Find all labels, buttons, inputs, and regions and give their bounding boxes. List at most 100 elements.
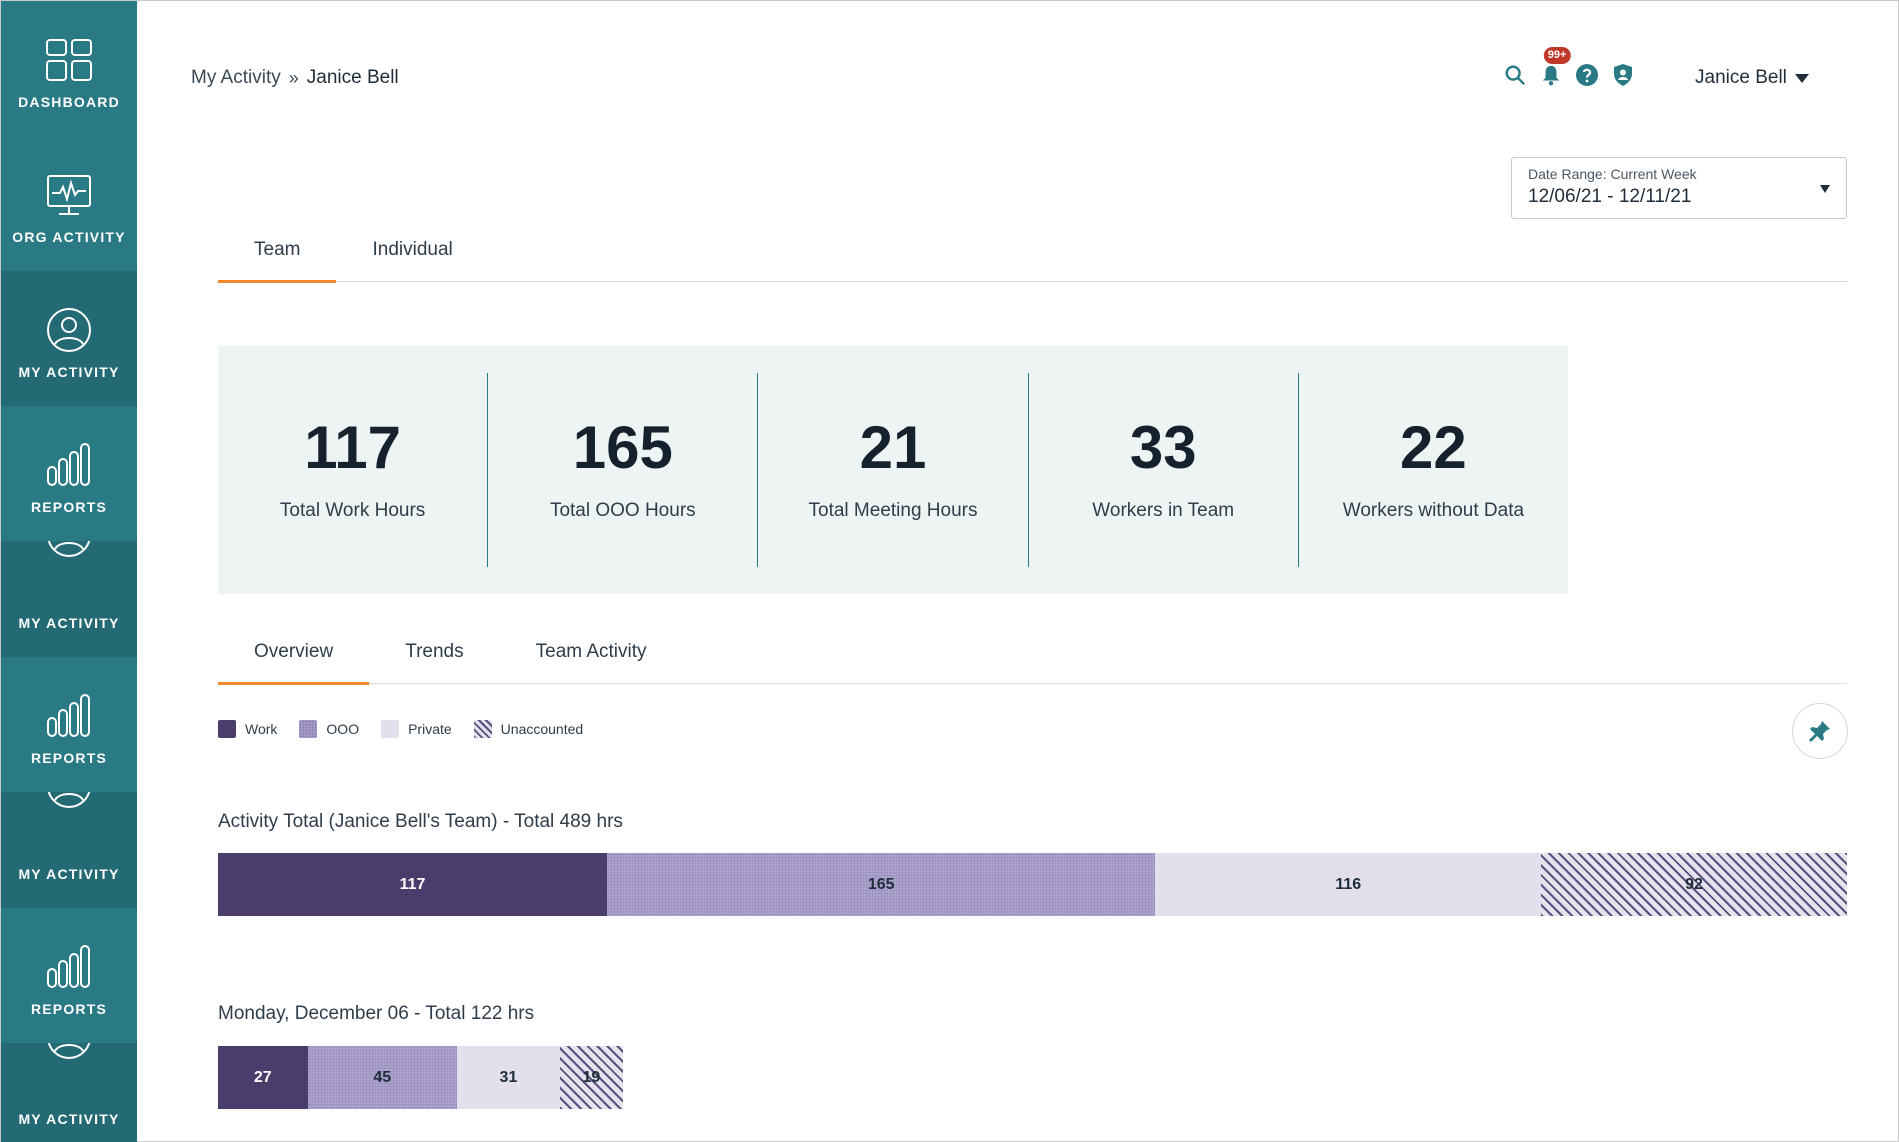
notifications-button[interactable]: 99+ — [1539, 45, 1573, 87]
day-bar: 27 45 31 19 — [218, 1046, 623, 1109]
sidebar-item-my-activity[interactable]: MY ACTIVITY — [1, 792, 137, 908]
sidebar-item-reports[interactable]: REPORTS — [1, 908, 137, 1043]
pin-icon — [1809, 721, 1830, 742]
bar-chart-icon — [47, 945, 90, 988]
view-tabs: Team Individual — [218, 219, 1847, 283]
sidebar-item-dashboard[interactable]: DASHBOARD — [1, 1, 137, 136]
shield-user-icon — [1614, 64, 1632, 86]
day-bar-title: Monday, December 06 - Total 122 hrs — [218, 1003, 535, 1024]
date-range-select[interactable]: Date Range: Current Week 12/06/21 - 12/1… — [1511, 157, 1847, 219]
stat-total-work-hours: 117 Total Work Hours — [218, 373, 489, 567]
segment-value: 31 — [499, 1068, 518, 1086]
date-range-value: 12/06/21 - 12/11/21 — [1528, 186, 1692, 207]
content-tabs: Overview Trends Team Activity — [218, 621, 1847, 685]
user-icon — [47, 1043, 91, 1059]
notification-badge: 99+ — [1541, 45, 1573, 66]
segment-value: 92 — [1685, 875, 1703, 893]
tab-individual[interactable]: Individual — [336, 219, 488, 281]
legend-swatch — [473, 720, 492, 738]
segment-value: 45 — [373, 1068, 392, 1086]
sidebar: DASHBOARD ORG ACTIVITY MY ACTIVITY REPOR… — [1, 1, 137, 1142]
legend-label: OOO — [326, 721, 360, 737]
legend-swatch — [381, 720, 400, 738]
segment-value: 165 — [867, 875, 895, 893]
search-button[interactable] — [1503, 63, 1527, 87]
monday-segment-private[interactable]: 31 — [457, 1046, 560, 1109]
chart-legend: Work OOO Private Unaccounted — [218, 720, 583, 738]
caret-down-icon — [1820, 185, 1830, 193]
legend-label: Private — [408, 721, 452, 737]
sidebar-item-my-activity[interactable]: MY ACTIVITY — [1, 1043, 137, 1142]
legend-item-ooo: OOO — [299, 720, 359, 738]
pin-button[interactable] — [1792, 703, 1848, 759]
monday-segment-work[interactable]: 27 — [218, 1046, 308, 1109]
activity-total-segment-private[interactable]: 116 — [1155, 853, 1542, 916]
legend-item-unaccounted: Unaccounted — [473, 720, 584, 738]
stat-total-ooo-hours: 165 Total OOO Hours — [488, 373, 759, 567]
sidebar-item-label: REPORTS — [30, 750, 108, 766]
stat-value: 22 — [1400, 414, 1467, 481]
user-icon — [47, 541, 91, 557]
stat-label: Total Work Hours — [279, 500, 426, 521]
stat-value: 33 — [1129, 414, 1197, 481]
stat-value: 165 — [572, 414, 673, 481]
monday-segment-unaccounted[interactable]: 19 — [559, 1046, 623, 1109]
breadcrumb-current: Janice Bell — [306, 67, 399, 88]
user-name: Janice Bell — [1695, 67, 1787, 88]
stat-value: 21 — [859, 414, 927, 481]
tab-overview[interactable]: Overview — [218, 621, 370, 685]
activity-total-bar: 117 165 116 92 — [218, 853, 1847, 916]
user-icon — [47, 792, 91, 808]
sidebar-item-label: REPORTS — [30, 499, 108, 515]
legend-item-private: Private — [381, 720, 452, 738]
help-icon — [1576, 64, 1598, 86]
sidebar-item-my-activity[interactable]: MY ACTIVITY — [1, 541, 137, 657]
stat-total-meeting-hours: 21 Total Meeting Hours — [758, 373, 1029, 567]
date-range-label: Date Range: Current Week — [1528, 166, 1697, 182]
sidebar-item-label: MY ACTIVITY — [18, 615, 120, 631]
monitor-pulse-icon — [47, 175, 91, 215]
activity-total-title: Activity Total (Janice Bell's Team) - To… — [218, 811, 623, 832]
segment-value: 116 — [1335, 875, 1362, 893]
stat-label: Workers in Team — [1092, 500, 1235, 521]
stat-label: Workers without Data — [1342, 500, 1525, 521]
sidebar-item-label: MY ACTIVITY — [18, 866, 120, 882]
tab-team[interactable]: Team — [218, 219, 337, 283]
search-icon — [1505, 65, 1526, 86]
sidebar-item-org-activity[interactable]: ORG ACTIVITY — [1, 136, 137, 271]
dashboard-icon — [46, 39, 92, 81]
legend-label: Work — [245, 721, 278, 737]
summary-stats: 117 Total Work Hours 165 Total OOO Hours… — [218, 346, 1568, 594]
user-icon — [47, 308, 91, 352]
sidebar-item-label: REPORTS — [30, 1001, 108, 1017]
monday-segment-ooo[interactable]: 45 — [307, 1046, 457, 1109]
caret-down-icon — [1794, 73, 1809, 83]
help-button[interactable] — [1575, 63, 1599, 87]
activity-total-segment-work[interactable]: 117 — [218, 853, 607, 916]
sidebar-item-label: MY ACTIVITY — [18, 1111, 120, 1127]
legend-label: Unaccounted — [500, 721, 584, 737]
tab-trends[interactable]: Trends — [369, 621, 499, 683]
segment-value: 19 — [582, 1068, 601, 1086]
legend-item-work: Work — [218, 720, 277, 738]
stat-label: Total Meeting Hours — [808, 500, 978, 521]
legend-swatch — [218, 720, 236, 738]
user-menu[interactable]: Janice Bell — [1695, 67, 1809, 89]
sidebar-item-my-activity[interactable]: MY ACTIVITY — [1, 271, 137, 406]
sidebar-item-reports[interactable]: REPORTS — [1, 406, 137, 541]
tab-team-activity[interactable]: Team Activity — [500, 621, 683, 683]
breadcrumb-separator: » — [288, 67, 299, 88]
bell-icon — [1542, 65, 1560, 86]
sidebar-item-label: MY ACTIVITY — [18, 364, 120, 380]
security-button[interactable] — [1611, 63, 1635, 87]
bar-chart-icon — [47, 443, 90, 486]
stat-label: Total OOO Hours — [549, 500, 696, 521]
activity-total-segment-ooo[interactable]: 165 — [606, 853, 1156, 916]
bar-chart-icon — [47, 694, 90, 737]
sidebar-item-label: ORG ACTIVITY — [12, 229, 126, 245]
breadcrumb-link-my-activity[interactable]: My Activity — [191, 67, 281, 89]
sidebar-item-reports[interactable]: REPORTS — [1, 657, 137, 792]
activity-total-segment-unaccounted[interactable]: 92 — [1541, 853, 1847, 916]
header-icons: 99+ — [1503, 45, 1635, 87]
legend-swatch — [299, 720, 318, 738]
